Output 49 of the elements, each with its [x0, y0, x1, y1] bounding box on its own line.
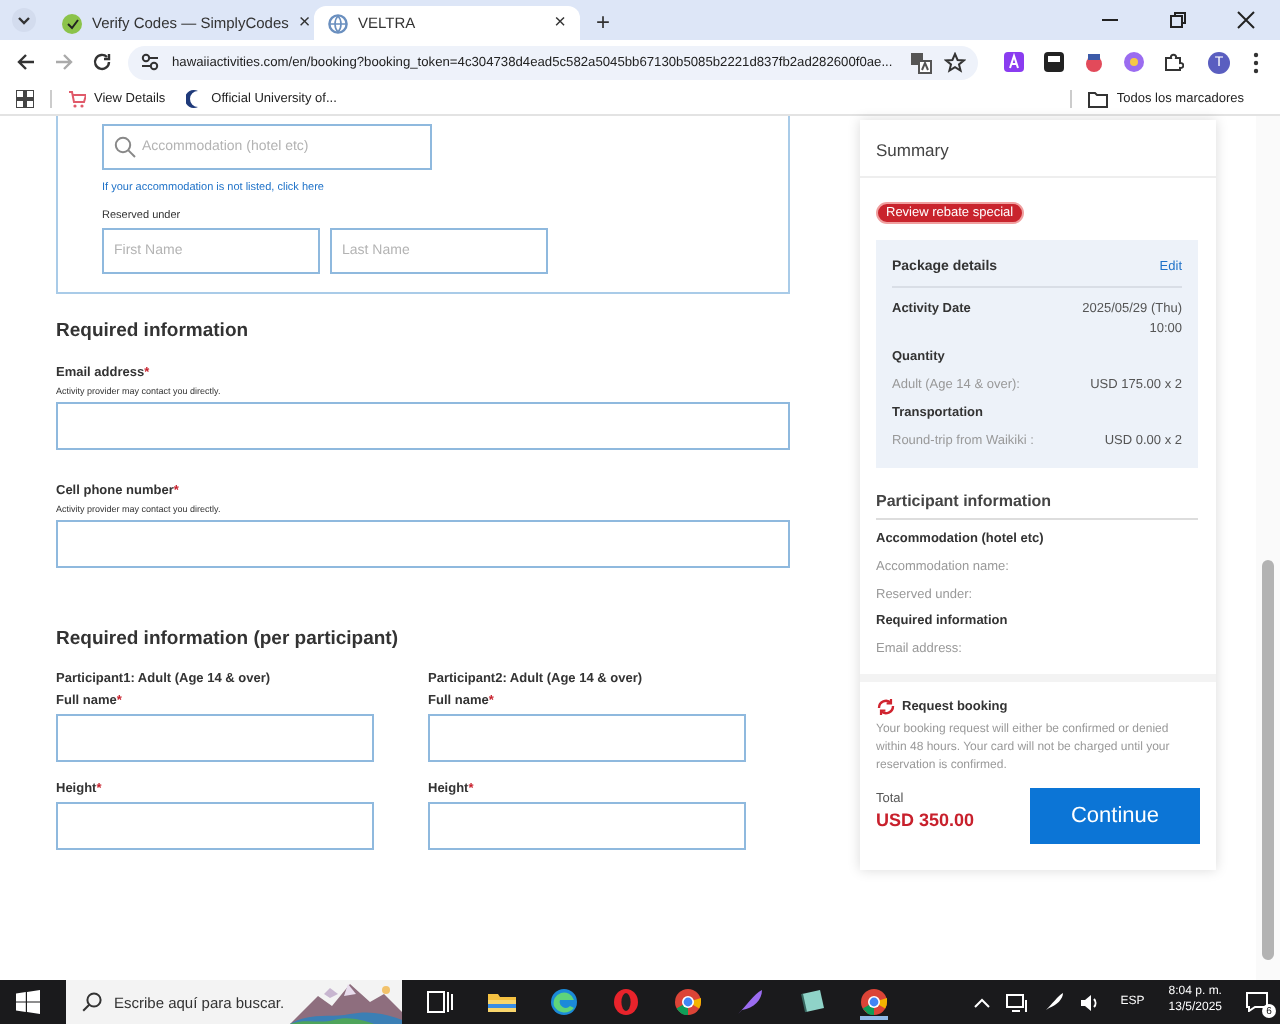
menu-icon[interactable]	[1252, 51, 1260, 73]
folder-icon	[1088, 90, 1109, 108]
network-icon[interactable]	[1006, 993, 1029, 1011]
extension-icon[interactable]	[1084, 52, 1104, 72]
folder-icon[interactable]	[488, 988, 516, 1016]
message-icon	[1246, 992, 1268, 1012]
input-field[interactable]	[56, 520, 790, 568]
puzzle-icon[interactable]	[1164, 52, 1184, 72]
input-field[interactable]	[56, 402, 790, 450]
site-settings-icon[interactable]	[140, 52, 160, 72]
star-icon[interactable]	[944, 51, 966, 73]
chrome-icon[interactable]	[860, 988, 888, 1016]
close-icon[interactable]	[1236, 10, 1256, 30]
section-heading: Required information (per participant)	[56, 628, 401, 650]
letter-a-icon[interactable]	[1004, 52, 1024, 72]
total-price: USD 350.00	[876, 810, 975, 830]
summary-heading: Participant information	[876, 468, 1198, 521]
opera-icon[interactable]	[612, 988, 640, 1016]
windows-icon[interactable]	[16, 990, 40, 1014]
close-tab-button[interactable]: ×	[554, 13, 566, 33]
restore-icon[interactable]	[1168, 10, 1188, 30]
scrollbar[interactable]	[1256, 116, 1280, 980]
edge-icon[interactable]	[550, 988, 578, 1016]
apps-grid-icon[interactable]	[16, 90, 34, 108]
globe-icon	[328, 13, 348, 33]
close-tab-button[interactable]: ×	[298, 13, 311, 33]
search-icon	[82, 992, 102, 1012]
search-icon	[114, 136, 136, 158]
reload-icon[interactable]	[92, 52, 112, 72]
pen-icon[interactable]	[1044, 992, 1065, 1012]
task-view-icon[interactable]	[426, 988, 454, 1016]
chrome-icon[interactable]	[674, 988, 702, 1016]
input-field[interactable]	[428, 714, 746, 762]
cart-icon	[68, 90, 86, 108]
tab-list-icon[interactable]	[12, 8, 36, 32]
input-field[interactable]	[56, 714, 374, 762]
chevron-up-icon[interactable]	[974, 997, 991, 1007]
continue-button[interactable]: Continue	[1030, 788, 1200, 844]
back-icon[interactable]	[16, 52, 36, 72]
translate-icon[interactable]	[910, 51, 932, 73]
input-field[interactable]	[56, 802, 374, 850]
summary-title: Summary	[860, 120, 1216, 178]
speaker-icon[interactable]	[1080, 993, 1101, 1011]
feather-icon[interactable]	[736, 988, 764, 1016]
cycle-arrows-icon	[876, 698, 896, 716]
input-field[interactable]	[428, 802, 746, 850]
extension-icon[interactable]	[1044, 52, 1064, 72]
new-tab-button[interactable]: +	[580, 10, 627, 40]
section-heading: Required information	[56, 320, 251, 342]
